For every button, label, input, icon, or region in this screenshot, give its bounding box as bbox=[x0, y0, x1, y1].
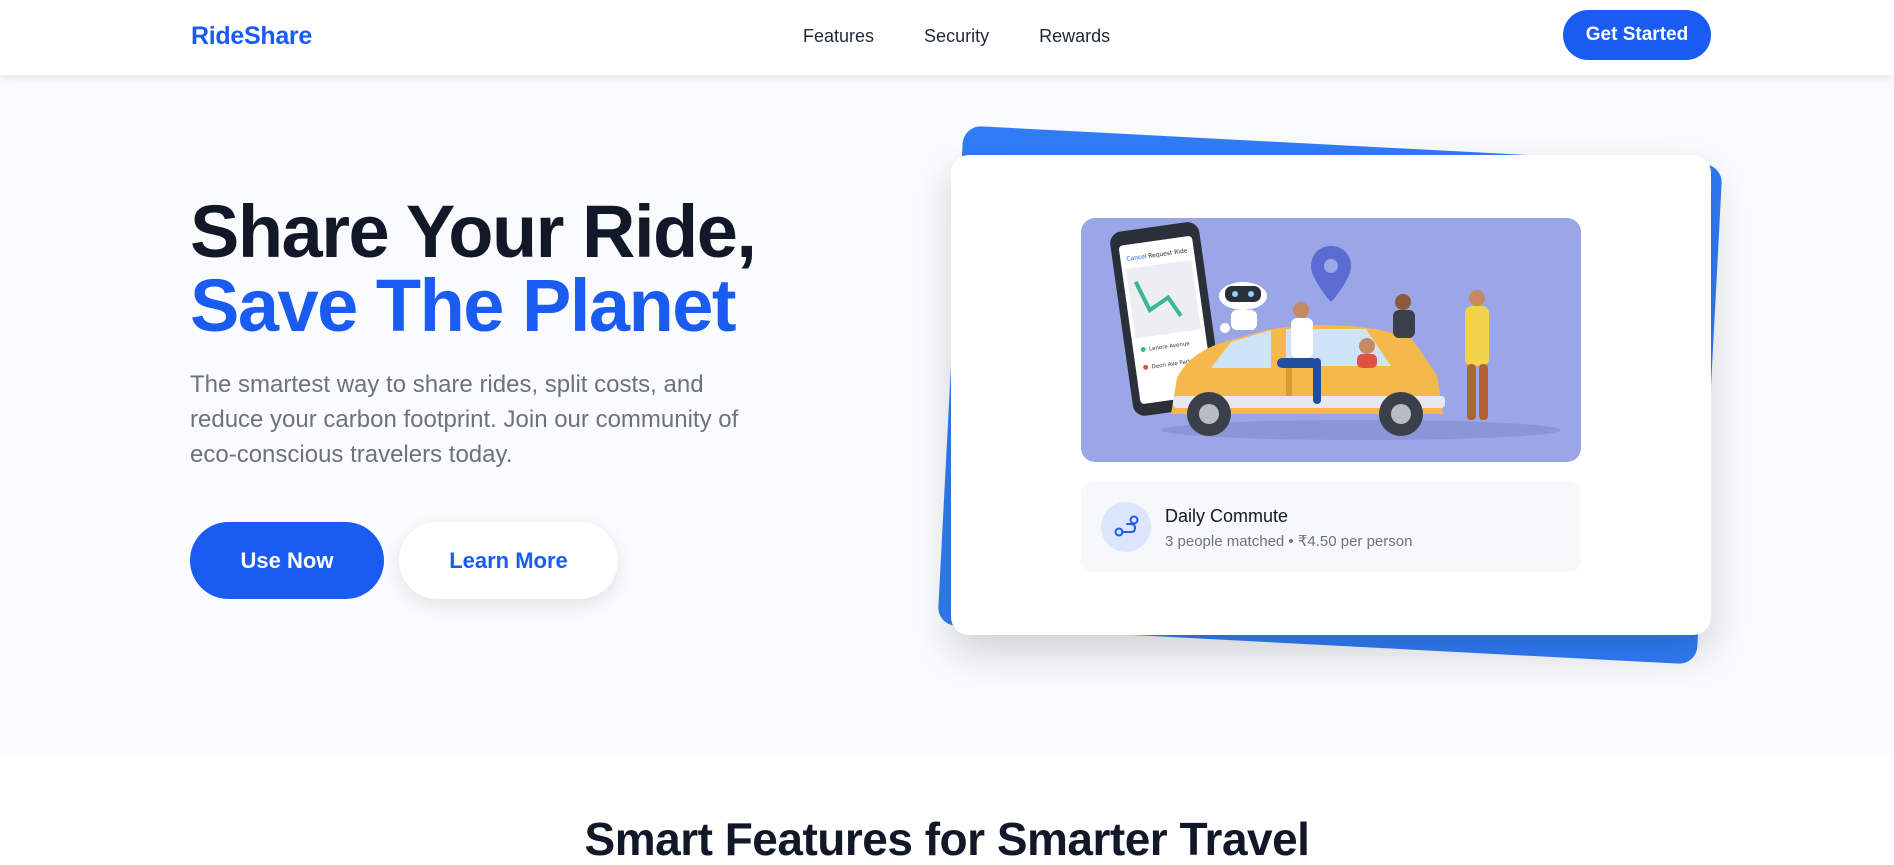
hero-description: The smartest way to share rides, split c… bbox=[190, 371, 739, 468]
location-pin-icon bbox=[1311, 246, 1351, 302]
nav-link-rewards[interactable]: Rewards bbox=[1039, 26, 1110, 47]
use-now-button[interactable]: Use Now bbox=[190, 522, 384, 599]
nav-link-features[interactable]: Features bbox=[803, 26, 874, 47]
main-nav: Features Security Rewards bbox=[803, 26, 1110, 47]
rideshare-illustration: Cancel Request Ride Lenore Avenue Deon A… bbox=[1081, 218, 1581, 462]
ride-title: Daily Commute bbox=[1165, 506, 1289, 526]
hero-title-line-1: Share Your Ride, bbox=[190, 190, 757, 273]
ride-preview-card: Cancel Request Ride Lenore Avenue Deon A… bbox=[951, 155, 1711, 635]
illustration-svg: Cancel Request Ride Lenore Avenue Deon A… bbox=[1110, 222, 1561, 440]
hero-title: Share Your Ride, Save The Planet bbox=[190, 190, 757, 347]
passenger-person-4 bbox=[1465, 290, 1489, 420]
hero-title-line-2: Save The Planet bbox=[190, 264, 737, 347]
get-started-button[interactable]: Get Started bbox=[1563, 10, 1711, 60]
features-title: Smart Features for Smarter Travel bbox=[584, 813, 1310, 865]
nav-link-security[interactable]: Security bbox=[924, 26, 989, 47]
learn-more-button[interactable]: Learn More bbox=[399, 522, 618, 599]
brand-logo[interactable]: RideShare bbox=[191, 22, 312, 51]
passenger-person-3 bbox=[1393, 294, 1415, 338]
robot-icon bbox=[1219, 282, 1267, 333]
route-icon bbox=[1101, 502, 1151, 552]
ride-summary[interactable]: Daily Commute 3 people matched • ₹4.50 p… bbox=[1081, 482, 1581, 572]
site-header: RideShare Features Security Rewards Get … bbox=[0, 0, 1894, 75]
ride-subtitle: 3 people matched • ₹4.50 per person bbox=[1165, 533, 1413, 550]
